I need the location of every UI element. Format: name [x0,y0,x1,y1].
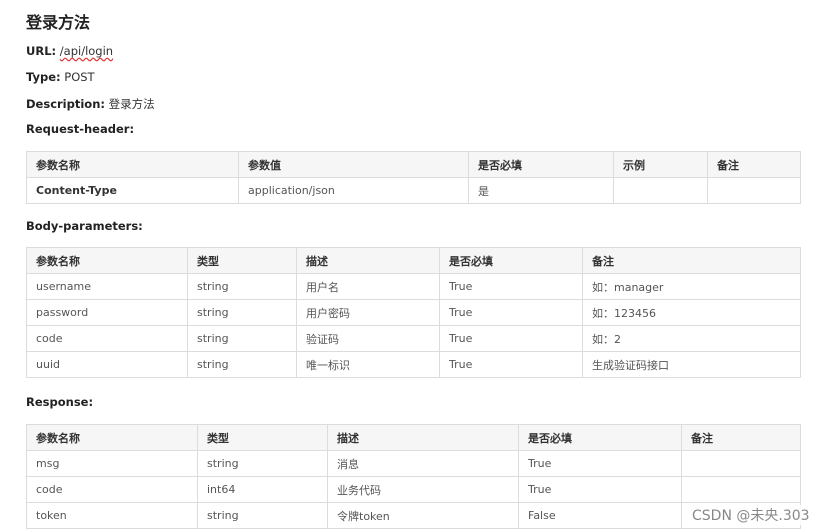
column-header: 参数值 [238,151,469,178]
table-cell: True [518,476,682,503]
table-cell: string [187,351,297,378]
table-cell: 是 [468,177,614,204]
table-row: uuid string 唯一标识 True 生成验证码接口 [26,351,801,378]
url-line: URL: /api/login [26,44,113,58]
body-parameters-heading: Body-parameters: [26,219,143,233]
table-cell: 如：2 [582,325,801,352]
table-cell: 令牌token [327,502,519,529]
column-header: 参数名称 [26,151,239,178]
table-header-row: 参数名称 类型 描述 是否必填 备注 [26,247,801,274]
type-value: POST [64,70,95,84]
table-cell: 如：123456 [582,299,801,326]
table-cell: 验证码 [296,325,440,352]
table-cell: password [26,299,188,326]
table-cell: int64 [197,476,328,503]
column-header: 描述 [296,247,440,274]
response-table: 参数名称 类型 描述 是否必填 备注 msg string 消息 True co… [26,424,801,529]
column-header: 备注 [681,424,801,451]
table-cell: 消息 [327,450,519,477]
description-value: 登录方法 [108,97,155,111]
column-header: 是否必填 [518,424,682,451]
table-cell: True [439,273,583,300]
request-header-table: 参数名称 参数值 是否必填 示例 备注 Content-Type applica… [26,151,801,204]
table-cell: 唯一标识 [296,351,440,378]
watermark: CSDN @未央.303 [689,505,813,525]
table-row: msg string 消息 True [26,450,801,477]
page-title: 登录方法 [26,13,91,32]
request-header-heading: Request-header: [26,122,135,136]
table-cell: 业务代码 [327,476,519,503]
table-cell [707,177,801,204]
column-header: 是否必填 [468,151,614,178]
table-cell: code [26,476,198,503]
table-cell: string [187,273,297,300]
table-cell: True [518,450,682,477]
description-label: Description: [26,97,105,111]
table-cell [681,476,801,503]
table-cell: True [439,325,583,352]
table-cell [613,177,708,204]
column-header: 备注 [707,151,801,178]
table-cell: 用户密码 [296,299,440,326]
table-header-row: 参数名称 参数值 是否必填 示例 备注 [26,151,801,178]
column-header: 参数名称 [26,424,198,451]
table-header-row: 参数名称 类型 描述 是否必填 备注 [26,424,801,451]
column-header: 类型 [197,424,328,451]
column-header: 备注 [582,247,801,274]
column-header: 类型 [187,247,297,274]
type-label: Type: [26,70,61,84]
table-cell: 生成验证码接口 [582,351,801,378]
table-row: Content-Type application/json 是 [26,177,801,204]
table-row: code int64 业务代码 True [26,476,801,503]
table-cell: application/json [238,177,469,204]
column-header: 参数名称 [26,247,188,274]
column-header: 示例 [613,151,708,178]
table-cell: string [197,502,328,529]
table-cell: code [26,325,188,352]
body-parameters-table: 参数名称 类型 描述 是否必填 备注 username string 用户名 T… [26,247,801,378]
table-cell: False [518,502,682,529]
table-cell: string [197,450,328,477]
response-heading: Response: [26,395,94,409]
table-cell: username [26,273,188,300]
table-cell: True [439,351,583,378]
column-header: 是否必填 [439,247,583,274]
table-cell: string [187,299,297,326]
description-line: Description: 登录方法 [26,96,155,112]
url-label: URL: [26,44,57,58]
table-row: token string 令牌token False [26,502,801,529]
table-cell: True [439,299,583,326]
table-cell: uuid [26,351,188,378]
type-line: Type: POST [26,70,95,84]
table-row: code string 验证码 True 如：2 [26,325,801,352]
table-cell: 用户名 [296,273,440,300]
table-row: username string 用户名 True 如：manager [26,273,801,300]
table-cell: msg [26,450,198,477]
table-cell: string [187,325,297,352]
table-row: password string 用户密码 True 如：123456 [26,299,801,326]
table-cell: token [26,502,198,529]
url-value: /api/login [59,44,114,58]
table-cell: Content-Type [26,177,239,204]
table-cell [681,450,801,477]
column-header: 描述 [327,424,519,451]
table-cell: 如：manager [582,273,801,300]
